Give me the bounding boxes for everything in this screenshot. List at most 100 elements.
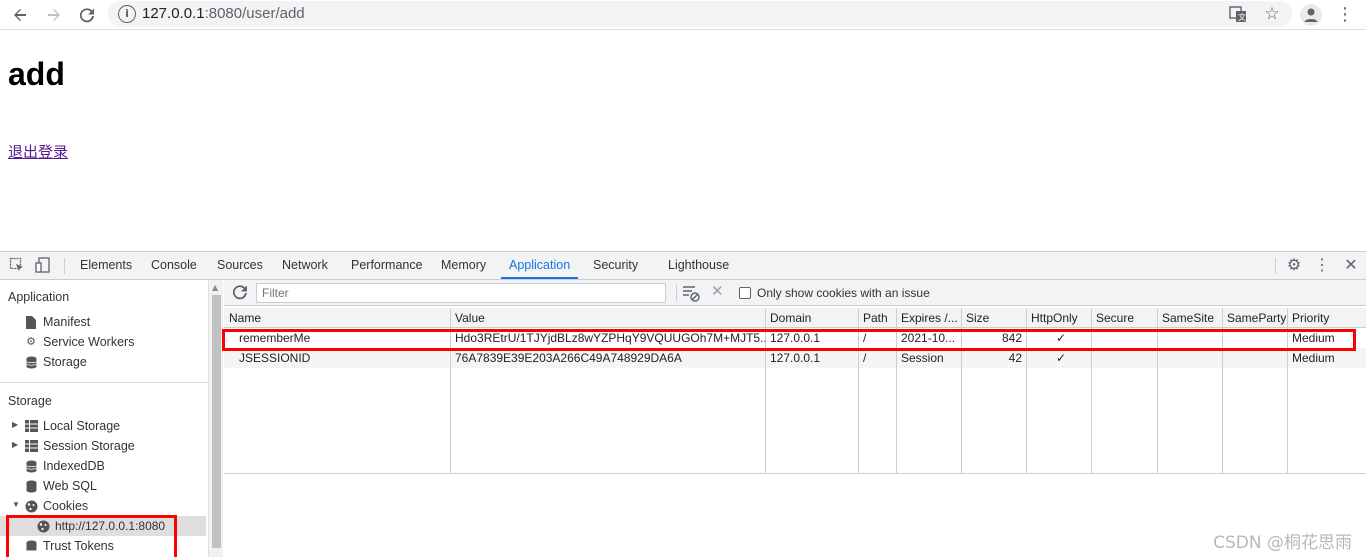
sidebar-item-label: Session Storage <box>43 439 135 453</box>
column-header-name[interactable]: Name <box>224 308 450 328</box>
settings-gear-icon[interactable]: ⚙ <box>1285 257 1303 275</box>
sidebar-section-storage: Storage <box>8 394 52 408</box>
sidebar-item-label: Cookies <box>43 499 89 513</box>
sidebar-item-label: Web SQL <box>43 479 97 493</box>
inspect-element-icon[interactable] <box>8 257 26 275</box>
delete-all-icon[interactable]: ✕ <box>711 283 727 301</box>
translate-icon[interactable]: 文 <box>1229 5 1247 23</box>
cookies-highlight-box <box>6 515 177 557</box>
column-header-priority[interactable]: Priority <box>1287 308 1366 328</box>
site-info-icon[interactable]: i <box>118 5 136 23</box>
database-icon <box>24 479 38 493</box>
only-issues-label: Only show cookies with an issue <box>757 286 930 300</box>
url-host: 127.0.0.1 <box>142 5 205 22</box>
toolbar-divider <box>676 285 677 301</box>
remember-me-highlight-box <box>222 329 1356 351</box>
sidebar-scrollbar[interactable]: ▲ <box>208 280 223 557</box>
tab-security[interactable]: Security <box>593 252 638 279</box>
devtools-menu-icon[interactable]: ⋮ <box>1313 257 1331 275</box>
sidebar-item-cookies[interactable]: Cookies <box>24 496 88 516</box>
column-header-value[interactable]: Value <box>450 308 765 328</box>
column-header-domain[interactable]: Domain <box>765 308 858 328</box>
sidebar-item-label: IndexedDB <box>43 459 105 473</box>
sidebar-item-label: Service Workers <box>43 335 135 349</box>
close-devtools-icon[interactable]: ✕ <box>1342 257 1360 275</box>
grid-icon <box>24 419 38 433</box>
device-toolbar-icon[interactable] <box>34 257 52 275</box>
svg-text:文: 文 <box>1238 12 1246 22</box>
cell-size: 42 <box>1008 351 1022 365</box>
tab-lighthouse[interactable]: Lighthouse <box>668 252 729 279</box>
toolbar-divider <box>64 258 65 274</box>
cell-httponly: ✓ <box>1055 351 1067 365</box>
devtools-panel: Elements Console Sources Network Perform… <box>0 251 1366 557</box>
cell-name: JSESSIONID <box>239 351 311 365</box>
sidebar-section-application: Application <box>8 290 70 304</box>
sidebar-item-storage[interactable]: Storage <box>24 352 87 372</box>
scrollbar-thumb[interactable] <box>212 295 221 548</box>
sidebar-item-label: Manifest <box>43 315 91 329</box>
sidebar-item-manifest[interactable]: Manifest <box>24 312 90 332</box>
database-icon <box>24 459 38 473</box>
tab-console[interactable]: Console <box>151 252 197 279</box>
cell-samesite <box>1157 348 1222 368</box>
sidebar-divider <box>0 382 208 383</box>
address-bar[interactable]: i 127.0.0.1:8080/user/add 文 ☆ <box>108 1 1292 27</box>
tab-network[interactable]: Network <box>282 252 328 279</box>
file-icon <box>24 315 38 329</box>
column-header-secure[interactable]: Secure <box>1091 308 1157 328</box>
collapse-triangle-icon[interactable]: ▼ <box>12 500 20 509</box>
column-header-size[interactable]: Size <box>961 308 1026 328</box>
forward-arrow-icon[interactable] <box>42 3 66 27</box>
cell-expires: Session <box>901 351 944 365</box>
cookie-icon <box>24 499 38 513</box>
refresh-icon[interactable] <box>232 284 250 302</box>
sidebar-item-session-storage[interactable]: Session Storage <box>24 436 135 456</box>
cookie-panel: ✕ Only show cookies with an issue Name V… <box>224 280 1366 557</box>
column-header-samesite[interactable]: SameSite <box>1157 308 1222 328</box>
scroll-up-arrow-icon[interactable]: ▲ <box>212 283 218 292</box>
toolbar-divider <box>1275 258 1276 274</box>
sidebar-item-service-workers[interactable]: ⚙ Service Workers <box>24 332 134 352</box>
cell-value: 76A7839E39E203A266C49A748929DA6A <box>455 351 682 365</box>
cell-domain: 127.0.0.1 <box>770 351 821 365</box>
tab-memory[interactable]: Memory <box>441 252 486 279</box>
browser-menu-icon[interactable]: ⋮ <box>1336 4 1354 26</box>
page-title: add <box>8 56 65 92</box>
tab-elements[interactable]: Elements <box>80 252 132 279</box>
cell-path: / <box>863 351 867 365</box>
bookmark-star-icon[interactable]: ☆ <box>1262 4 1282 24</box>
cell-sameparty <box>1222 348 1287 368</box>
application-sidebar: Application Manifest ⚙ Service Workers S… <box>0 280 208 557</box>
column-header-sameparty[interactable]: SameParty <box>1222 308 1287 328</box>
devtools-tab-bar: Elements Console Sources Network Perform… <box>0 252 1366 280</box>
reload-icon[interactable] <box>75 3 99 27</box>
only-issues-checkbox[interactable] <box>739 287 751 299</box>
watermark: CSDN @桐花思雨 <box>1213 533 1352 553</box>
column-header-httponly[interactable]: HttpOnly <box>1026 308 1091 328</box>
logout-link[interactable]: 退出登录 <box>8 141 68 162</box>
sidebar-item-label: Storage <box>43 355 87 369</box>
expand-triangle-icon[interactable]: ▶ <box>12 440 18 449</box>
browser-toolbar: i 127.0.0.1:8080/user/add 文 ☆ ⋮ <box>0 0 1366 30</box>
url-path: :8080/user/add <box>204 5 305 22</box>
profile-avatar-icon[interactable] <box>1300 4 1322 26</box>
tab-performance[interactable]: Performance <box>351 252 423 279</box>
sidebar-item-label: Local Storage <box>43 419 121 433</box>
grid-icon <box>24 439 38 453</box>
sidebar-item-local-storage[interactable]: Local Storage <box>24 416 120 436</box>
cell-secure <box>1091 348 1157 368</box>
back-arrow-icon[interactable] <box>8 3 32 27</box>
filter-input[interactable] <box>256 283 666 303</box>
sidebar-item-web-sql[interactable]: Web SQL <box>24 476 97 496</box>
gear-icon: ⚙ <box>26 336 36 348</box>
tab-application[interactable]: Application <box>500 252 579 279</box>
tab-sources[interactable]: Sources <box>217 252 263 279</box>
database-icon <box>24 355 38 369</box>
column-header-path[interactable]: Path <box>858 308 896 328</box>
sidebar-item-indexeddb[interactable]: IndexedDB <box>24 456 105 476</box>
expand-triangle-icon[interactable]: ▶ <box>12 420 18 429</box>
url-text: 127.0.0.1:8080/user/add <box>142 5 305 22</box>
clear-filtered-cookies-icon[interactable] <box>682 284 700 302</box>
column-header-expires[interactable]: Expires /... <box>896 308 961 328</box>
